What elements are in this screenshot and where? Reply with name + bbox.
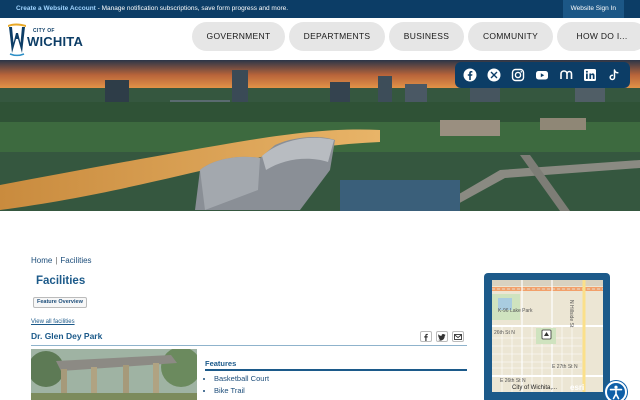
nav-business[interactable]: BUSINESS <box>389 22 464 51</box>
map-label-e26th: E 26th St N <box>500 378 526 384</box>
sign-in-button[interactable]: Website Sign In <box>562 0 624 18</box>
nav-how-do-i[interactable]: HOW DO I... <box>557 22 640 51</box>
map-pin-icon <box>541 329 552 340</box>
account-message: Create a Website Account - Manage notifi… <box>16 0 288 18</box>
map-label-hillside: N Hillside St <box>568 300 574 328</box>
page-title: Facilities <box>36 275 86 287</box>
city-logo[interactable]: CITY OF WICHITA <box>7 22 87 58</box>
nextdoor-icon[interactable] <box>559 68 573 82</box>
breadcrumb-separator: | <box>55 256 58 265</box>
features-divider <box>205 369 467 371</box>
map-label-27th: E 27th St N <box>552 364 578 370</box>
park-shelter-illustration <box>31 349 197 400</box>
feature-overview-button[interactable]: Feature Overview <box>33 297 87 308</box>
map-attribution: City of Wichita,... <box>512 385 558 391</box>
tiktok-icon[interactable] <box>607 68 621 82</box>
hero-city-image <box>0 60 640 211</box>
site-header: CITY OF WICHITA GOVERNMENT DEPARTMENTS B… <box>0 18 640 60</box>
twitter-share-button[interactable] <box>436 331 448 342</box>
create-account-link[interactable]: Create a Website Account <box>16 5 96 12</box>
breadcrumb: Home | Facilities <box>31 256 92 265</box>
park-photo <box>31 349 197 400</box>
nav-departments[interactable]: DEPARTMENTS <box>289 22 385 51</box>
email-icon <box>454 333 462 340</box>
top-utility-bar: Create a Website Account - Manage notifi… <box>0 0 640 18</box>
facebook-share-icon <box>424 333 428 341</box>
accessibility-button[interactable] <box>605 381 627 400</box>
feature-item: Bike Trail <box>214 385 269 397</box>
facebook-icon[interactable] <box>463 68 477 82</box>
map-illustration <box>492 280 603 392</box>
breadcrumb-current[interactable]: Facilities <box>60 256 91 265</box>
title-divider <box>31 345 467 346</box>
facebook-share-button[interactable] <box>420 331 432 342</box>
accessibility-icon <box>609 385 623 400</box>
email-share-button[interactable] <box>452 331 464 342</box>
x-icon[interactable] <box>487 68 501 82</box>
wichita-flag-icon <box>8 23 26 57</box>
social-media-bar <box>455 62 630 88</box>
map-label-26th: 26th St N <box>494 330 515 336</box>
park-name: Dr. Glen Dey Park <box>31 331 103 341</box>
nav-government[interactable]: GOVERNMENT <box>192 22 285 51</box>
account-message-text: - Manage notification subscriptions, sav… <box>95 5 289 12</box>
breadcrumb-home[interactable]: Home <box>31 256 52 265</box>
feature-item: Basketball Court <box>214 373 269 385</box>
youtube-icon[interactable] <box>535 68 549 82</box>
linkedin-icon[interactable] <box>583 68 597 82</box>
esri-logo: esri <box>570 383 585 392</box>
instagram-icon[interactable] <box>511 68 525 82</box>
features-list: Basketball Court Bike Trail <box>214 373 269 397</box>
location-map[interactable]: K-96 Lake Park 26th St N E 27th St N E 2… <box>492 280 603 392</box>
nav-community[interactable]: COMMUNITY <box>468 22 553 51</box>
twitter-share-icon <box>438 333 446 341</box>
features-heading: Features <box>205 359 237 368</box>
map-label-lake-park: K-96 Lake Park <box>498 308 533 314</box>
view-all-facilities-link[interactable]: View all facilities <box>31 319 75 325</box>
map-panel: K-96 Lake Park 26th St N E 27th St N E 2… <box>484 273 610 400</box>
logo-wordmark: WICHITA <box>27 34 84 49</box>
page: Create a Website Account - Manage notifi… <box>0 0 640 400</box>
